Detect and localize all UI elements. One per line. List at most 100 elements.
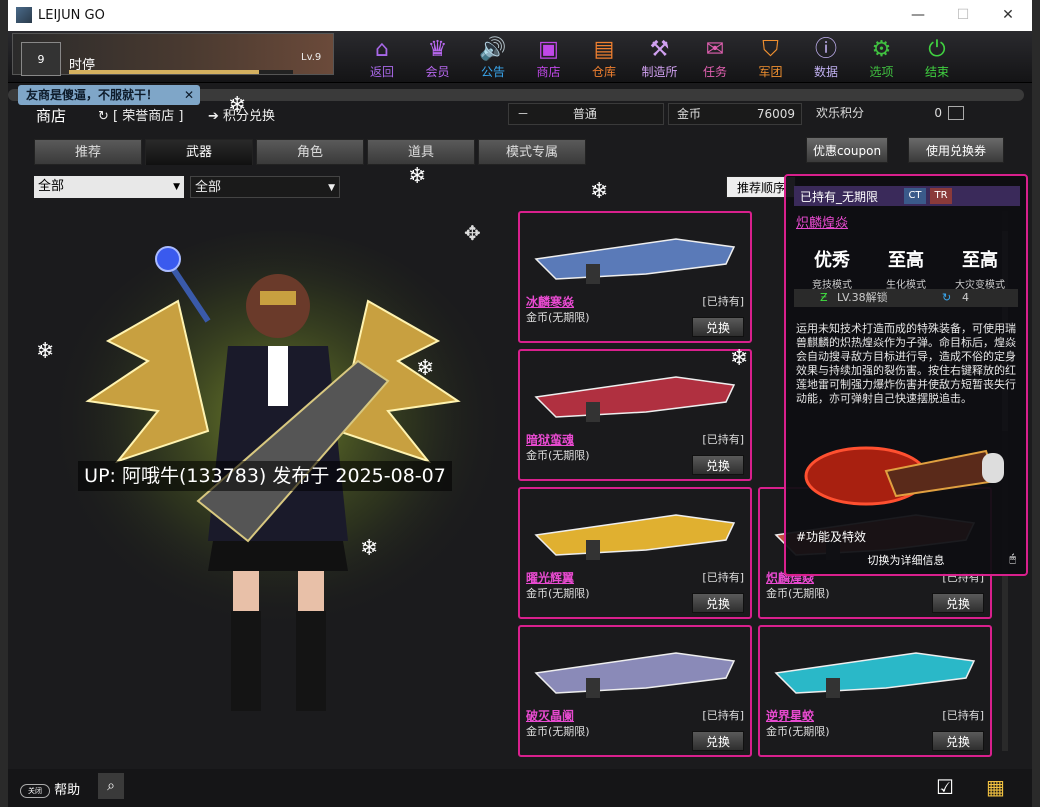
exchange-button[interactable]: 兑换	[932, 731, 984, 751]
close-button[interactable]: ✕	[993, 4, 1023, 26]
unlock-row: Ƶ LV.38解锁 ↻ 4	[794, 289, 1018, 307]
player-card[interactable]: 9 时停 Lv.9	[12, 33, 334, 76]
item-card[interactable]: 曜光辉翼 [已持有] 金币(无期限) 兑换	[518, 487, 752, 619]
maximize-button[interactable]: ☐	[948, 4, 978, 26]
nav-label: 商店	[536, 65, 561, 79]
item-price: 金币(无期限)	[526, 587, 590, 600]
help-toggle[interactable]: 关闭 帮助	[20, 779, 80, 798]
item-price: 金币(无期限)	[766, 587, 830, 600]
item-name[interactable]: 暗狱蛮魂	[526, 431, 574, 448]
tip-banner: 友商是傻逼，不服就干！ ✕	[18, 85, 200, 105]
bottom-bar: 关闭 帮助 ⌕ ☑ ▦	[8, 769, 1032, 807]
item-card[interactable]: 逆界星蛟 [已持有] 金币(无期限) 兑换	[758, 625, 992, 757]
search-icon[interactable]: ⌕	[98, 773, 124, 799]
tab-3[interactable]: 道具	[367, 139, 475, 165]
snowflake-icon: ❄	[360, 536, 379, 561]
exchange-button[interactable]: 兑换	[692, 317, 744, 337]
game-window: 9 时停 Lv.9 ⌂ 返回 ♛ 会员 🔊 公告 ▣ 商店 ▤ 仓库 ⚒ 制造所 ✉ 任务 ⛉ 军团 ⓘ 数据 ⚙ 选…	[8, 31, 1032, 807]
ticket-icon: ✉	[705, 37, 725, 62]
rotate-control-icon[interactable]: ✥	[464, 221, 481, 245]
nav-label: 结束	[924, 65, 949, 79]
shield-icon: ⛉	[762, 37, 779, 62]
nav-button-1[interactable]: ♛ 会员	[410, 35, 466, 79]
item-owned: [已持有]	[702, 295, 744, 308]
nav-button-5[interactable]: ⚒ 制造所	[632, 35, 688, 79]
nav-button-0[interactable]: ⌂ 返回	[354, 35, 410, 79]
item-owned: [已持有]	[702, 571, 744, 584]
nav-label: 数据	[813, 65, 838, 79]
lightning-icon: Ƶ	[820, 291, 828, 304]
nav-label: 仓库	[591, 65, 616, 79]
tip-close-icon[interactable]: ✕	[184, 85, 194, 105]
mouse-icon: 🖱	[1009, 552, 1016, 565]
item-card[interactable]: 破灭晶阑 [已持有] 金币(无期限) 兑换	[518, 625, 752, 757]
use-voucher-button[interactable]: 使用兑换券	[908, 137, 1004, 163]
power-icon: ⏻	[928, 37, 946, 62]
weapon-image	[534, 652, 736, 698]
weapon-image	[774, 652, 976, 698]
fun-points-icon[interactable]	[948, 106, 964, 120]
chevron-down-icon: ▼	[328, 183, 335, 193]
toggle-switch[interactable]: 关闭	[20, 783, 50, 798]
tab-2[interactable]: 角色	[256, 139, 364, 165]
arrow-icon: ↻	[98, 109, 114, 124]
nav-button-6[interactable]: ✉ 任务	[687, 35, 743, 79]
tooltip-owned: 已持有_无期限	[800, 190, 879, 204]
snowflake-icon: ❄	[416, 356, 435, 381]
fun-points-label: 欢乐积分	[816, 106, 865, 120]
mode-filter[interactable]: － 普通	[508, 103, 664, 125]
filter-select-left[interactable]: 全部 ▼	[34, 176, 184, 198]
tab-1[interactable]: 武器	[145, 139, 253, 165]
honor-shop-link[interactable]: ↻ [ 荣誉商店 ]	[98, 105, 183, 124]
nav-button-4[interactable]: ▤ 仓库	[576, 35, 632, 79]
item-name[interactable]: 逆界星蛟	[766, 707, 814, 724]
gold-value: 76009	[756, 107, 795, 121]
snowflake-icon: ❄	[730, 346, 749, 371]
tab-4[interactable]: 模式专属	[478, 139, 586, 165]
nav-label: 制造所	[641, 65, 678, 79]
snowflake-icon: ❄	[228, 93, 247, 118]
nav-button-2[interactable]: 🔊 公告	[465, 35, 521, 79]
item-name[interactable]: 冰麟寒焱	[526, 293, 574, 310]
window-titlebar: LEIJUN GO — ☐ ✕	[8, 0, 1032, 31]
exchange-button[interactable]: 兑换	[692, 593, 744, 613]
item-name[interactable]: 曜光辉翼	[526, 569, 574, 586]
item-card[interactable]: 冰麟寒焱 [已持有] 金币(无期限) 兑换	[518, 211, 752, 343]
nav-label: 返回	[369, 65, 394, 79]
tip-text: 友商是傻逼，不服就干！	[26, 88, 159, 102]
unlock-count: 4	[962, 291, 969, 304]
item-owned: [已持有]	[702, 433, 744, 446]
level-badge: 9	[21, 42, 61, 76]
filter-select-right[interactable]: 全部 ▼	[190, 176, 340, 198]
gold-label: 金币	[677, 107, 702, 121]
tab-0[interactable]: 推荐	[34, 139, 142, 165]
item-card[interactable]: 暗狱蛮魂 [已持有] 金币(无期限) 兑换	[518, 349, 752, 481]
rating-competitive: 优秀 竞技模式	[796, 246, 868, 291]
exchange-button[interactable]: 兑换	[932, 593, 984, 613]
switch-detail-label: 切换为详细信息	[867, 554, 945, 567]
nav-button-9[interactable]: ⚙ 选项	[854, 35, 910, 79]
exchange-button[interactable]: 兑换	[692, 731, 744, 751]
gear-icon: ⚙	[871, 37, 892, 62]
uploader-caption: UP: 阿哦牛(133783) 发布于 2025-08-07	[78, 461, 452, 491]
mode-filter-dash: －	[517, 107, 530, 121]
exchange-button[interactable]: 兑换	[692, 455, 744, 475]
switch-detail-hint[interactable]: 切换为详细信息 🖱	[786, 552, 1026, 568]
rating-zombie: 至高 生化模式	[870, 246, 942, 291]
item-price: 金币(无期限)	[526, 449, 590, 462]
minimize-button[interactable]: —	[903, 4, 933, 26]
calendar-icon[interactable]: ☑	[936, 775, 954, 799]
filter-left-value: 全部	[38, 179, 65, 194]
fun-points-display: 欢乐积分 0	[808, 103, 968, 125]
film-icon[interactable]: ▦	[986, 775, 1005, 799]
nav-button-3[interactable]: ▣ 商店	[521, 35, 577, 79]
item-name[interactable]: 破灭晶阑	[526, 707, 574, 724]
app-logo-icon	[16, 7, 32, 23]
nav-button-10[interactable]: ⏻ 结束	[909, 35, 965, 79]
rating-value: 优秀	[814, 250, 850, 271]
nav-button-8[interactable]: ⓘ 数据	[798, 35, 854, 79]
nav-label: 任务	[702, 65, 727, 79]
nav-button-7[interactable]: ⛉ 军团	[743, 35, 799, 79]
info-icon: ⓘ	[814, 37, 837, 62]
coupon-button[interactable]: 优惠coupon	[806, 137, 888, 163]
